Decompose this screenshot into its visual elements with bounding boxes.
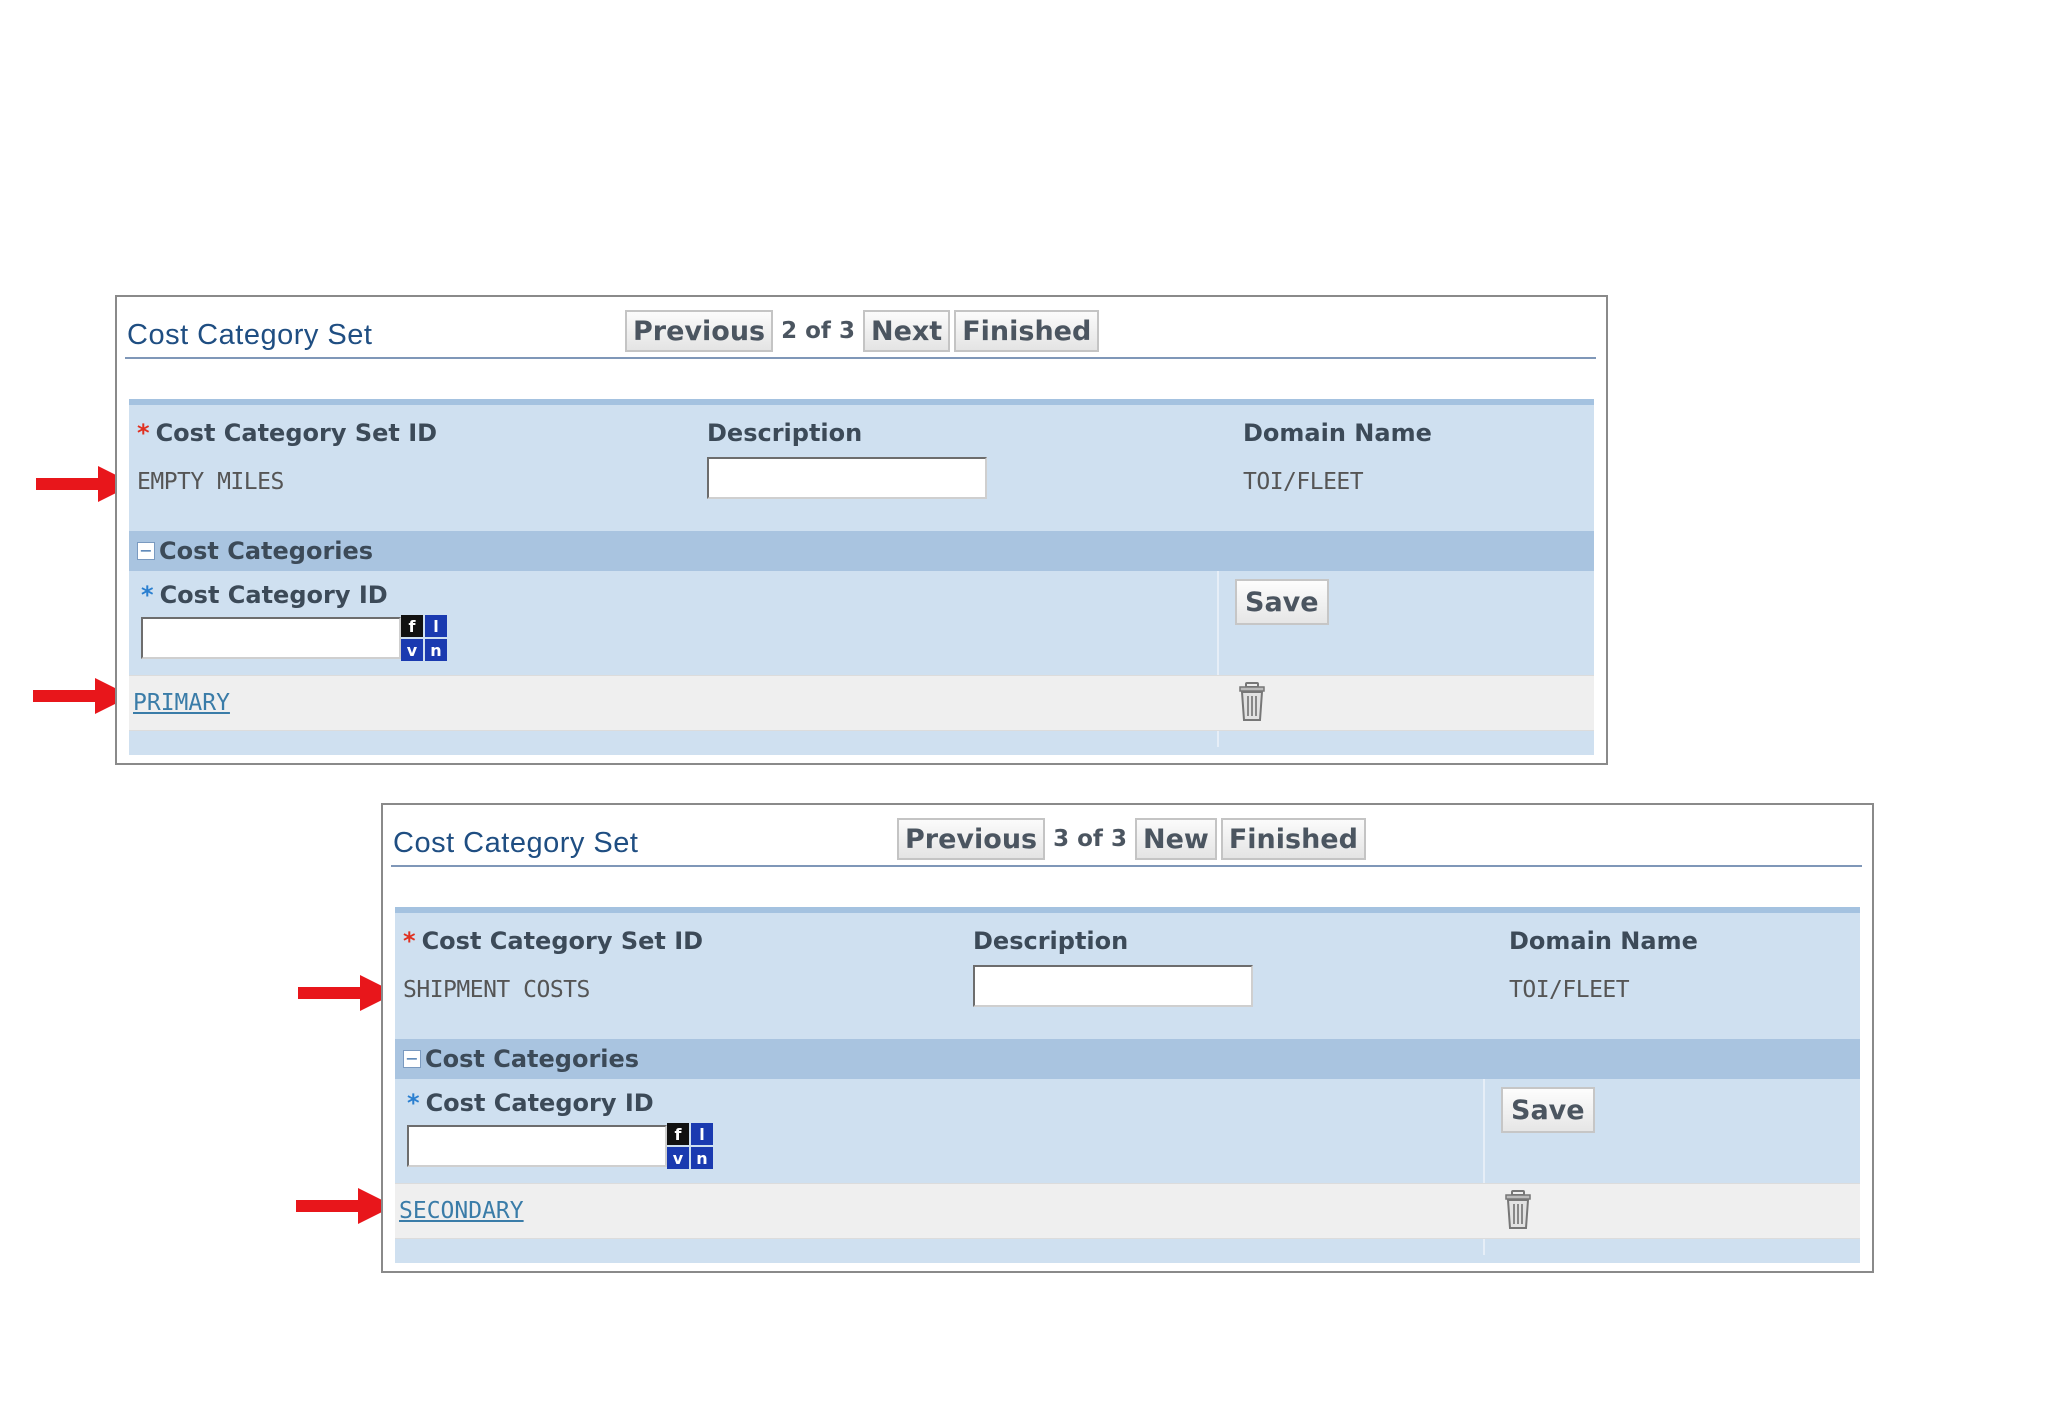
list-of-values-icon[interactable]: f l v n xyxy=(667,1123,713,1169)
set-id-value: SHIPMENT COSTS xyxy=(403,977,590,1003)
cost-categories-header: − Cost Categories xyxy=(129,531,1594,571)
cost-category-link[interactable]: SECONDARY xyxy=(399,1198,524,1224)
lov-glyph: l xyxy=(425,615,447,637)
description-label: Description xyxy=(707,419,863,447)
cost-category-entry: * Cost Category ID f l v n Save xyxy=(395,1079,1860,1183)
step-indicator: 3 of 3 xyxy=(1053,826,1127,852)
previous-button[interactable]: Previous xyxy=(625,310,774,352)
form-region: * Cost Category Set ID Description Domain… xyxy=(395,907,1860,1263)
train-navigation: Previous 2 of 3 Next Finished xyxy=(625,309,1100,353)
list-of-values-icon[interactable]: f l v n xyxy=(401,615,447,661)
page-title: Cost Category Set xyxy=(127,319,373,351)
lov-glyph: v xyxy=(667,1147,689,1169)
lov-glyph: f xyxy=(667,1123,689,1145)
collapse-icon[interactable]: − xyxy=(137,542,155,560)
lov-glyph: l xyxy=(691,1123,713,1145)
set-id-label: * Cost Category Set ID xyxy=(137,419,438,447)
domain-name-value: TOI/FLEET xyxy=(1509,977,1630,1003)
collapse-icon[interactable]: − xyxy=(403,1050,421,1068)
set-id-value: EMPTY MILES xyxy=(137,469,284,495)
cost-category-entry: * Cost Category ID f l v n Save xyxy=(129,571,1594,675)
required-marker: * xyxy=(403,927,416,955)
lov-glyph: v xyxy=(401,639,423,661)
section-title: Cost Categories xyxy=(159,537,374,565)
page-title: Cost Category Set xyxy=(393,827,639,859)
save-button[interactable]: Save xyxy=(1501,1087,1595,1133)
description-label: Description xyxy=(973,927,1129,955)
new-button[interactable]: New xyxy=(1134,818,1217,860)
cost-category-set-panel: Cost Category Set Previous 3 of 3 New Fi… xyxy=(381,803,1874,1273)
lov-glyph: n xyxy=(691,1147,713,1169)
previous-button[interactable]: Previous xyxy=(897,818,1046,860)
domain-name-label: Domain Name xyxy=(1509,927,1698,955)
next-button[interactable]: Next xyxy=(862,310,951,352)
cost-category-set-panel: Cost Category Set Previous 2 of 3 Next F… xyxy=(115,295,1608,765)
domain-name-label: Domain Name xyxy=(1243,419,1432,447)
finished-button[interactable]: Finished xyxy=(1220,818,1366,860)
cost-category-id-input[interactable] xyxy=(141,617,401,659)
finished-button[interactable]: Finished xyxy=(954,310,1100,352)
save-button[interactable]: Save xyxy=(1235,579,1329,625)
form-region: * Cost Category Set ID Description Domain… xyxy=(129,399,1594,755)
section-title: Cost Categories xyxy=(425,1045,640,1073)
divider xyxy=(125,357,1596,359)
set-id-label: * Cost Category Set ID xyxy=(403,927,704,955)
divider xyxy=(391,865,1862,867)
train-navigation: Previous 3 of 3 New Finished xyxy=(897,817,1366,861)
cost-category-id-label: * Cost Category ID xyxy=(407,1089,654,1117)
cost-category-id-label: * Cost Category ID xyxy=(141,581,388,609)
table-row: PRIMARY xyxy=(129,675,1594,731)
step-indicator: 2 of 3 xyxy=(781,318,855,344)
required-marker: * xyxy=(407,1089,420,1117)
trash-icon[interactable] xyxy=(1503,1190,1533,1230)
trash-icon[interactable] xyxy=(1237,682,1267,722)
description-input[interactable] xyxy=(973,965,1253,1007)
required-marker: * xyxy=(137,419,150,447)
cost-categories-header: − Cost Categories xyxy=(395,1039,1860,1079)
cost-category-id-input[interactable] xyxy=(407,1125,667,1167)
description-input[interactable] xyxy=(707,457,987,499)
lov-glyph: n xyxy=(425,639,447,661)
table-row: SECONDARY xyxy=(395,1183,1860,1239)
domain-name-value: TOI/FLEET xyxy=(1243,469,1364,495)
lov-glyph: f xyxy=(401,615,423,637)
required-marker: * xyxy=(141,581,154,609)
cost-category-link[interactable]: PRIMARY xyxy=(133,690,230,716)
